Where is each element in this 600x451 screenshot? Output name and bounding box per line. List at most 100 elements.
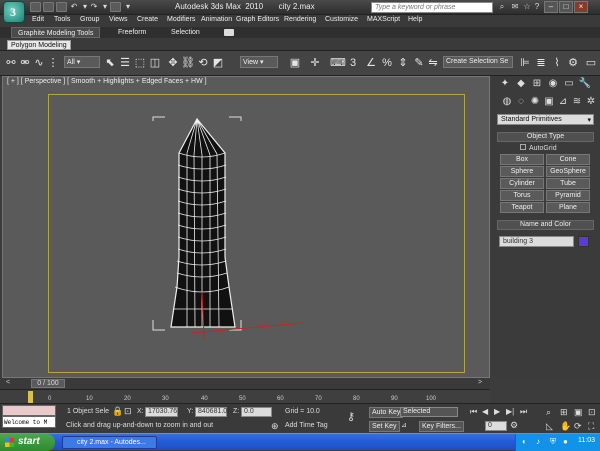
taskbar-item-3dsmax[interactable]: city 2.max - Autodes... [62,436,157,449]
unlink-icon[interactable]: ⚮ [18,56,32,70]
open-file-icon[interactable] [43,2,54,12]
lock-selection-icon[interactable]: 🔒 [112,406,123,417]
binoculars-icon[interactable]: ⌕ [497,2,507,12]
close-button[interactable]: × [574,1,588,13]
current-frame-field[interactable]: 0 [485,421,507,431]
align-icon[interactable]: ⊫ [518,56,532,70]
application-logo-icon[interactable]: 3 [3,1,25,23]
select-object-icon[interactable]: ⬉ [103,56,117,70]
tab-selection[interactable]: Selection [165,27,206,38]
sphere-button[interactable]: Sphere [500,166,544,177]
redo-dropdown-icon[interactable]: ▾ [100,2,110,12]
y-coordinate-field[interactable]: 840681.06 [195,407,231,417]
lights-icon[interactable]: ✺ [528,95,542,109]
select-and-rotate-icon[interactable]: ⟲ [196,56,210,70]
primitive-category-dropdown[interactable]: Standard Primitives ▾ [497,114,594,125]
mirror-icon[interactable]: ⇋ [426,56,440,70]
maximize-button[interactable]: □ [559,1,573,13]
plane-button[interactable]: Plane [546,202,590,213]
cameras-icon[interactable]: ▣ [542,95,556,109]
menu-modifiers[interactable]: Modifiers [167,16,195,23]
menu-animation[interactable]: Animation [201,16,232,23]
pan-icon[interactable]: ✋ [560,421,571,432]
teapot-button[interactable]: Teapot [500,202,544,213]
menu-rendering[interactable]: Rendering [284,16,316,23]
next-frame-icon[interactable]: ▶| [506,407,514,416]
perspective-viewport[interactable]: [ + ] [ Perspective ] [ Smooth + Highlig… [2,76,490,378]
modify-tab-icon[interactable]: ◆ [514,77,528,91]
ribbon-minimize-icon[interactable] [224,29,234,36]
previous-frame-icon[interactable]: ◀ [482,407,488,416]
geometry-icon[interactable]: ◍ [500,95,514,109]
cone-button[interactable]: Cone [546,154,590,165]
menu-graph-editors[interactable]: Graph Editors [236,16,279,23]
time-tag-icon[interactable]: ⊕ [271,421,279,432]
shapes-icon[interactable]: ◌ [514,95,528,109]
tray-network-icon[interactable]: ◐ [522,437,527,446]
zoom-all-icon[interactable]: ⊞ [560,407,568,418]
create-tab-icon[interactable]: ✦ [498,77,512,91]
motion-tab-icon[interactable]: ◉ [546,77,560,91]
layer-manager-icon[interactable]: ≣ [534,56,548,70]
select-and-move-icon[interactable]: ✥ [166,56,180,70]
select-and-link-icon[interactable]: ⛓ [181,56,195,70]
utilities-tab-icon[interactable]: 🔧 [578,77,592,91]
tray-volume-icon[interactable]: ♪ [536,437,540,446]
project-folder-icon[interactable] [110,2,121,12]
undo-icon[interactable]: ↶ [69,2,79,12]
menu-create[interactable]: Create [137,16,158,23]
tray-update-icon[interactable]: ● [563,437,568,446]
link-icon[interactable]: ⚯ [4,56,18,70]
menu-tools[interactable]: Tools [54,16,70,23]
named-selection-sets-dropdown[interactable]: Create Selection Se [443,56,513,68]
hierarchy-tab-icon[interactable]: ⊞ [530,77,544,91]
go-to-end-icon[interactable]: ⏭ [520,407,527,417]
go-to-start-icon[interactable]: ⏮ [470,407,477,417]
maxscript-mini-listener[interactable]: Welcome to M [2,416,56,428]
helpers-icon[interactable]: ⊿ [556,95,570,109]
key-tangent-icon[interactable]: ⊿ [401,421,407,429]
menu-views[interactable]: Views [109,16,128,23]
object-color-swatch[interactable] [578,236,589,247]
redo-icon[interactable]: ↷ [89,2,99,12]
help-icon[interactable]: ? [532,2,542,12]
zoom-extents-all-icon[interactable]: ⊡ [588,407,596,418]
window-crossing-icon[interactable]: ◫ [148,56,162,70]
rectangular-selection-icon[interactable]: ⬚ [133,56,147,70]
angle-snap-icon[interactable]: ∠ [364,56,378,70]
keyboard-shortcut-override-icon[interactable]: ⌨ [330,56,346,70]
pivot-center-icon[interactable]: ▣ [288,56,302,70]
display-tab-icon[interactable]: ▭ [562,77,576,91]
absolute-mode-icon[interactable]: ⊡ [124,406,132,417]
select-and-scale-icon[interactable]: ◩ [211,56,225,70]
maximize-viewport-icon[interactable]: ⛶ [588,421,594,432]
menu-edit[interactable]: Edit [32,16,44,23]
checkbox-box[interactable] [520,144,526,150]
autogrid-checkbox[interactable]: AutoGrid [520,144,557,152]
reference-coordinate-dropdown[interactable]: View ▾ [240,56,278,68]
key-filters-button[interactable]: Key Filters... [419,421,464,432]
set-key-icon[interactable]: ⚷ [347,410,355,423]
search-input[interactable]: Type a keyword or phrase [371,2,493,13]
polygon-modeling-button[interactable]: Polygon Modeling [7,40,71,50]
z-coordinate-field[interactable]: 0.0 [241,407,272,417]
quick-access-dropdown-icon[interactable]: ▾ [123,2,133,12]
time-slider-thumb[interactable]: 0 / 100 [31,379,65,388]
slider-next-icon[interactable]: > [478,379,482,386]
menu-group[interactable]: Group [80,16,99,23]
new-file-icon[interactable] [30,2,41,12]
curve-editor-icon[interactable]: ⌇ [550,56,564,70]
tab-graphite-modeling-tools[interactable]: Graphite Modeling Tools [11,27,101,38]
object-name-field[interactable]: building 3 [499,236,574,247]
slider-prev-icon[interactable]: < [6,379,10,386]
x-coordinate-field[interactable]: 17030.76 [145,407,178,417]
tube-button[interactable]: Tube [546,178,590,189]
maxscript-listener-output[interactable] [2,405,56,416]
torus-button[interactable]: Torus [500,190,544,201]
zoom-icon[interactable]: ⌕ [546,407,551,418]
menu-maxscript[interactable]: MAXScript [367,16,400,23]
pyramid-button[interactable]: Pyramid [546,190,590,201]
tray-shield-icon[interactable]: ⛨ [550,437,556,447]
menu-customize[interactable]: Customize [325,16,358,23]
percent-snap-icon[interactable]: % [380,56,394,70]
